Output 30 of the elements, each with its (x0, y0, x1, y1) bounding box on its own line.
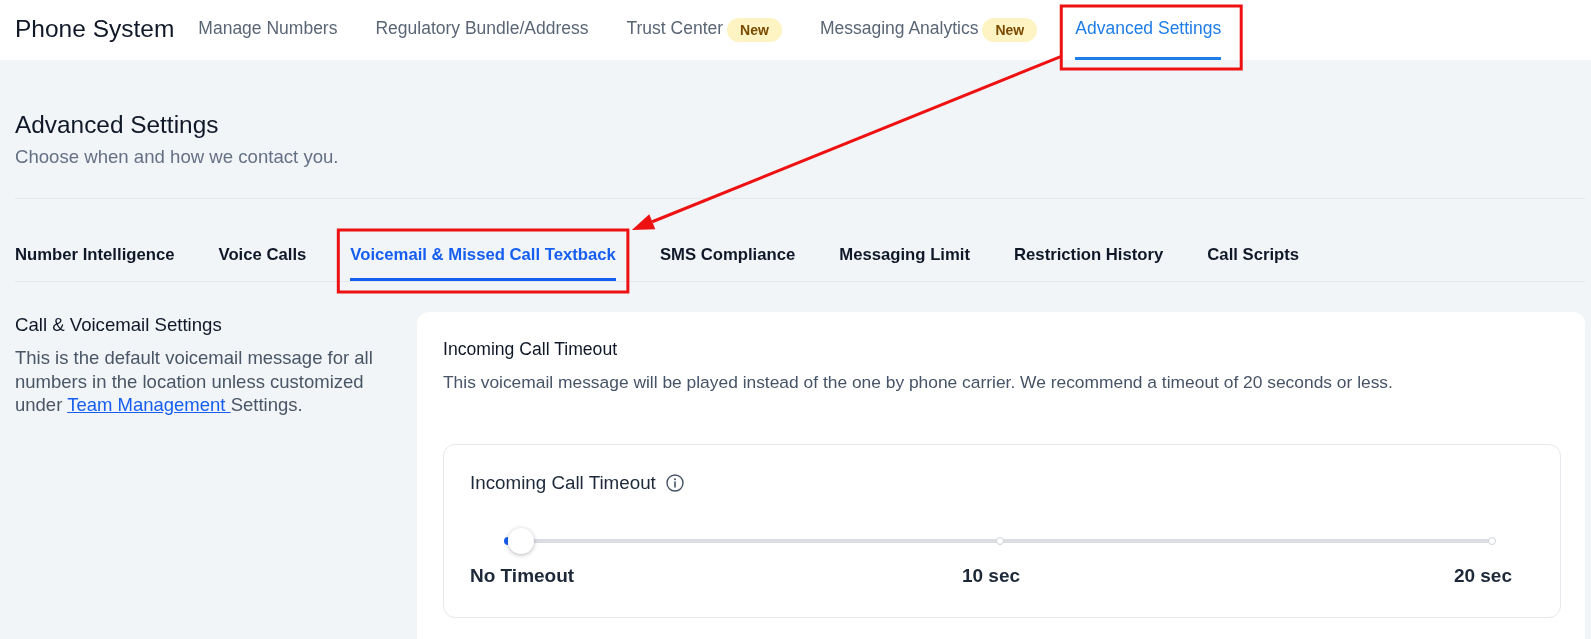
nav-link[interactable]: Messaging Analytics (819, 0, 979, 60)
settings-tab[interactable]: Voice Calls (218, 231, 307, 281)
slider-thumb[interactable] (508, 528, 534, 554)
new-badge: New (727, 18, 782, 42)
page-subtitle: Choose when and how we contact you. (15, 145, 340, 169)
card-description: This voicemail message will be played instead of the one by phone carrier. We recommend a timeout of 20 seconds or less. (443, 371, 1394, 394)
nav-link[interactable]: Advanced Settings (1075, 0, 1222, 60)
card-title: Incoming Call Timeout (443, 338, 619, 360)
new-badge: New (982, 18, 1038, 42)
slider-label: Incoming Call Timeout (470, 471, 656, 495)
settings-tab[interactable]: Restriction History (1014, 231, 1164, 281)
settings-tab[interactable]: Voicemail & Missed Call Textback (350, 231, 616, 281)
section-description: This is the default voicemail message for all numbers in the location unless customized under Team Management Settings. (15, 346, 374, 417)
info-icon (665, 474, 684, 492)
settings-tab[interactable]: Call Scripts (1207, 231, 1300, 281)
nav-link[interactable]: Trust Center (626, 0, 724, 60)
stop-label: 10 sec (961, 564, 1021, 588)
page-title: Advanced Settings (15, 110, 220, 140)
nav-link[interactable]: Manage Numbers (198, 0, 338, 60)
section-title: Call & Voicemail Settings (15, 313, 223, 337)
nav-link[interactable]: Regulatory Bundle/Address (375, 0, 589, 60)
slider-stop-icon (996, 537, 1004, 545)
app-title: Phone System (15, 14, 175, 44)
stop-label: No Timeout (470, 564, 575, 588)
slider-stop-icon (1488, 537, 1496, 545)
settings-tab[interactable]: SMS Compliance (659, 231, 796, 281)
team-management-link[interactable]: Team Management (67, 394, 231, 415)
settings-tab[interactable]: Messaging Limit (839, 231, 970, 281)
settings-tab[interactable]: Number Intelligence (15, 231, 175, 281)
stop-label: 20 sec (1453, 564, 1512, 588)
